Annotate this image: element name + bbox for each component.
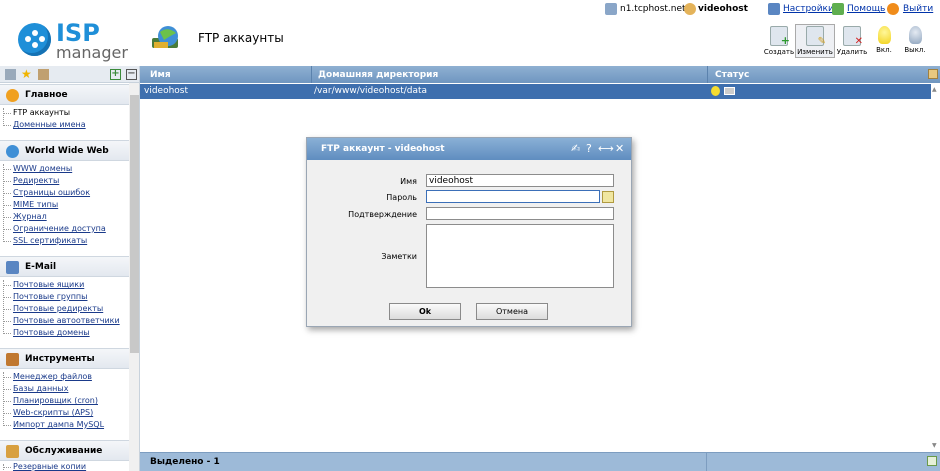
sidebar-item-access-restriction[interactable]: Ограничение доступа: [3, 224, 106, 233]
help-icon[interactable]: [832, 3, 844, 15]
selected-count: Выделено - 1: [150, 457, 220, 467]
logo-mark-icon: [18, 23, 51, 56]
password-label: Пароль: [386, 193, 417, 202]
collapse-all-icon[interactable]: −: [126, 69, 137, 80]
section-www[interactable]: World Wide Web: [0, 140, 129, 161]
help-icon[interactable]: ?: [586, 142, 592, 155]
sidebar-item-redirects[interactable]: Редиректы: [2, 176, 59, 185]
table-footer: Выделено - 1: [140, 452, 940, 471]
column-settings-icon[interactable]: [928, 69, 938, 79]
section-main[interactable]: Главное: [0, 84, 129, 105]
sidebar-item-mailboxes[interactable]: Почтовые ящики: [2, 280, 84, 289]
cancel-button[interactable]: Отмена: [476, 303, 548, 320]
generate-password-icon[interactable]: [602, 191, 614, 203]
sidebar-scrollbar[interactable]: [129, 83, 139, 471]
create-button[interactable]: + Создать: [759, 26, 799, 56]
create-icon: +: [770, 26, 790, 47]
edit-icon: ✎: [806, 26, 826, 47]
sidebar-item-mail-domains[interactable]: Почтовые домены: [3, 328, 90, 337]
dialog-title-bar[interactable]: FTP аккаунт - videohost ✍ ? ⟷ ✕: [307, 138, 631, 160]
section-maintenance[interactable]: Обслуживание: [0, 440, 129, 461]
section-tools[interactable]: Инструменты: [0, 348, 129, 369]
export-icon[interactable]: [927, 456, 937, 466]
sidebar-item-domain-names[interactable]: Доменные имена: [3, 120, 86, 129]
list-view-icon[interactable]: [5, 69, 16, 80]
edit-button[interactable]: ✎ Изменить: [795, 24, 835, 58]
sidebar-toolbar: ★ + −: [0, 66, 139, 83]
sidebar-item-backups[interactable]: Резервные копии: [2, 462, 86, 471]
globe-icon: [6, 145, 19, 158]
enable-button[interactable]: Вкл.: [868, 26, 900, 54]
confirm-password-field[interactable]: [426, 207, 614, 220]
row-name: videohost: [144, 86, 189, 96]
logout-link[interactable]: Выйти: [903, 4, 933, 14]
sidebar-item-mail-redirects[interactable]: Почтовые редиректы: [2, 304, 103, 313]
sidebar-item-error-pages[interactable]: Страницы ошибок: [2, 188, 90, 197]
sidebar-item-www-domains[interactable]: WWW домены: [2, 164, 72, 173]
column-home-directory[interactable]: Домашняя директория: [318, 70, 438, 80]
notes-field[interactable]: [426, 224, 614, 288]
sidebar-item-log[interactable]: Журнал: [3, 212, 47, 221]
favorites-star-icon[interactable]: ★: [21, 67, 32, 81]
sidebar-item-mail-groups[interactable]: Почтовые группы: [2, 292, 87, 301]
table-scrollbar[interactable]: ▲ ▼: [931, 84, 940, 451]
page-title: FTP аккаунты: [198, 31, 284, 45]
column-status[interactable]: Статус: [715, 70, 749, 80]
notes-label: Заметки: [381, 252, 417, 261]
sidebar-item-mysql-import[interactable]: Импорт дампа MySQL: [2, 420, 104, 429]
sidebar-item-databases[interactable]: Базы данных: [2, 384, 68, 393]
sidebar-item-file-manager[interactable]: Менеджер файлов: [3, 372, 92, 381]
email-icon: [6, 261, 19, 274]
status-enabled-icon: [711, 86, 720, 96]
table-row[interactable]: videohost /var/www/videohost/data: [140, 84, 931, 99]
sidebar-item-web-scripts[interactable]: Web-скрипты (APS): [2, 408, 93, 417]
user-icon: [684, 3, 696, 15]
sidebar-item-ssl-certificates[interactable]: SSL сертификаты: [2, 236, 87, 245]
name-label: Имя: [400, 177, 417, 186]
logout-icon[interactable]: [887, 3, 899, 15]
name-field[interactable]: [426, 174, 614, 187]
help-link[interactable]: Помощь: [847, 4, 885, 14]
table-header: Имя Домашняя директория Статус: [140, 66, 940, 83]
ftp-account-dialog: FTP аккаунт - videohost ✍ ? ⟷ ✕ Имя Паро…: [306, 137, 632, 327]
maintenance-icon: [6, 445, 19, 458]
bulb-on-icon: [877, 26, 891, 44]
sidebar-item-mime-types[interactable]: MIME типы: [2, 200, 58, 209]
expand-all-icon[interactable]: +: [110, 69, 121, 80]
top-bar: n1.tcphost.net :: videohost Настройки По…: [0, 0, 940, 20]
password-field[interactable]: [426, 190, 600, 203]
ftp-globe-icon: [152, 26, 178, 48]
sidebar: ★ + − Главное FTP аккаунты Доменные имен…: [0, 66, 140, 471]
main-section-icon: [6, 89, 19, 102]
tools-icon: [6, 353, 19, 366]
pin-icon[interactable]: ✍: [571, 142, 580, 155]
expand-icon[interactable]: ⟷: [598, 142, 614, 155]
dialog-title: FTP аккаунт - videohost: [321, 144, 445, 154]
sidebar-item-mail-autoresponders[interactable]: Почтовые автоответчики: [3, 316, 120, 325]
home-icon[interactable]: [38, 69, 49, 80]
column-name[interactable]: Имя: [150, 70, 171, 80]
current-user: videohost: [698, 4, 748, 14]
sidebar-item-ftp-accounts[interactable]: FTP аккаунты: [2, 108, 70, 117]
server-icon: [605, 3, 617, 15]
delete-button[interactable]: ✕ Удалить: [832, 26, 872, 56]
delete-icon: ✕: [843, 26, 863, 47]
bulb-off-icon: [908, 26, 922, 44]
ok-button[interactable]: Ok: [389, 303, 461, 320]
close-icon[interactable]: ✕: [615, 142, 624, 155]
confirm-label: Подтверждение: [348, 210, 417, 219]
settings-link[interactable]: Настройки: [783, 4, 834, 14]
ispmanager-logo: ISP manager: [18, 19, 128, 62]
disable-button[interactable]: Выкл.: [898, 26, 932, 54]
settings-icon[interactable]: [768, 3, 780, 15]
section-email[interactable]: E-Mail: [0, 256, 129, 277]
status-shell-icon: [724, 87, 735, 95]
sidebar-item-cron-scheduler[interactable]: Планировщик (cron): [3, 396, 98, 405]
row-home-directory: /var/www/videohost/data: [314, 86, 428, 96]
